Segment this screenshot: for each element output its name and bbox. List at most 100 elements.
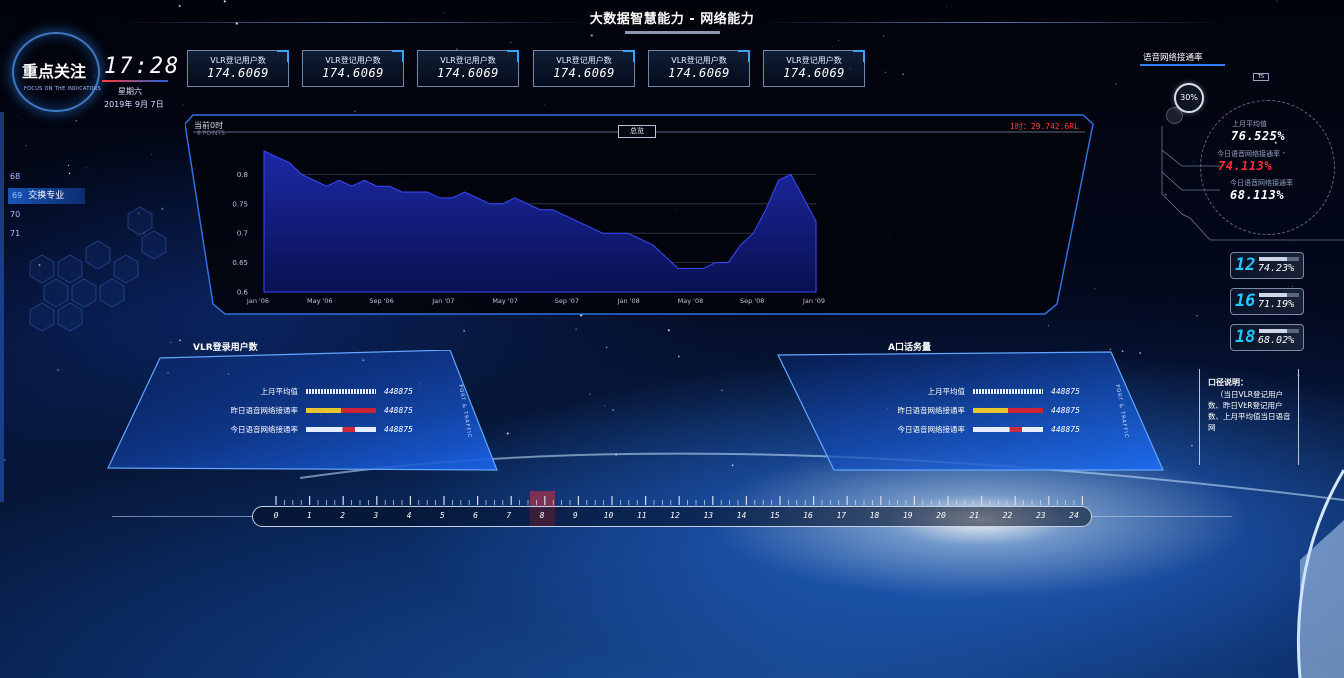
a-row: 今日语音网络接通率 448875	[857, 424, 1080, 435]
star	[590, 34, 593, 37]
row-label: 昨日语音网络接通率	[230, 406, 299, 415]
nav-item-71[interactable]: 71	[10, 229, 20, 238]
area-chart: 0.60.650.70.750.8 Jan '06 May '06 Sep '06 J…	[232, 150, 825, 305]
nav-item-number: 69	[12, 191, 23, 200]
star	[731, 464, 734, 467]
row-value: 448875	[1051, 425, 1080, 434]
row-bar	[973, 408, 1043, 413]
timeline-ruler	[275, 496, 1084, 505]
star	[720, 389, 723, 392]
kpi-card[interactable]: VLR登记用户数 174.6069	[302, 50, 404, 87]
ring-card[interactable]: 16 71.19%	[1230, 288, 1304, 315]
timeline-hour[interactable]: 16	[800, 511, 816, 520]
timeline-hour[interactable]: 22	[1000, 511, 1016, 520]
star	[667, 329, 670, 332]
percent-ring: 30%	[1174, 83, 1204, 113]
hex-pattern	[29, 206, 167, 332]
metric-label: 今日语音网络接通率	[1230, 179, 1293, 187]
ring-card-bar	[1259, 293, 1299, 297]
nav-item-69-active[interactable]: 69 交换专业	[8, 188, 85, 204]
timeline-hour[interactable]: 23	[1033, 511, 1049, 520]
ring-card-bar	[1259, 329, 1299, 333]
timeline-hour[interactable]: 9	[567, 511, 583, 520]
star	[677, 355, 680, 358]
ring-card-percent: 68.02%	[1258, 335, 1295, 346]
kpi-value: 174.6069	[437, 66, 499, 80]
row-value: 448875	[384, 387, 413, 396]
nav-item-label: 交换专业	[28, 191, 65, 201]
row-label: 今日语音网络接通率	[230, 425, 299, 434]
ring-card[interactable]: 12 74.23%	[1230, 252, 1304, 279]
star	[1196, 315, 1198, 317]
timeline-hour[interactable]: 2	[335, 511, 351, 520]
kpi-card[interactable]: VLR登记用户数 174.6069	[187, 50, 289, 87]
x-tick-label: Sep '08	[740, 297, 764, 305]
timeline-hour[interactable]: 17	[833, 511, 849, 520]
ring-card-bar	[1259, 257, 1299, 261]
timeline-hour[interactable]: 14	[734, 511, 750, 520]
kpi-card[interactable]: VLR登记用户数 174.6069	[648, 50, 750, 87]
timeline-hour[interactable]: 10	[601, 511, 617, 520]
star	[1276, 0, 1278, 2]
timeline-hour[interactable]: 24	[1066, 511, 1082, 520]
star	[1047, 325, 1049, 327]
timeline-hour[interactable]: 13	[700, 511, 716, 520]
timeline-hour[interactable]: 6	[468, 511, 484, 520]
timeline-hour[interactable]: 15	[767, 511, 783, 520]
row-value: 448875	[384, 406, 413, 415]
kpi-value: 174.6069	[207, 66, 269, 80]
star	[17, 114, 19, 116]
timeline-hour[interactable]: 20	[933, 511, 949, 520]
timeline-hour[interactable]: 1	[301, 511, 317, 520]
star	[838, 39, 840, 42]
nav-item-70[interactable]: 70	[10, 210, 20, 219]
star	[1115, 83, 1117, 85]
star	[103, 413, 105, 415]
ring-card-number: 16	[1235, 291, 1256, 311]
chart-value-label: 1时：29.742.6RL	[1010, 122, 1079, 131]
kpi-label: VLR登记用户数	[556, 56, 612, 65]
ring-card[interactable]: 18 68.02%	[1230, 324, 1304, 351]
kpi-value: 174.6069	[783, 66, 845, 80]
timeline-hour[interactable]: 4	[401, 511, 417, 520]
timeline-hour[interactable]: 5	[434, 511, 450, 520]
row-value: 448875	[384, 425, 413, 434]
metric-value: 74.113%	[1218, 159, 1273, 173]
row-bar	[306, 427, 376, 432]
right-tag: TS	[1253, 73, 1269, 81]
star	[543, 104, 545, 106]
timeline-hour[interactable]: 0	[268, 511, 284, 520]
clock-date: 2019年 9月 7日	[104, 100, 164, 109]
star	[56, 368, 60, 372]
x-tick-label: May '06	[307, 297, 333, 305]
timeline-hour[interactable]: 8	[534, 511, 550, 520]
title-underline	[625, 31, 720, 34]
nav-item-68[interactable]: 68	[10, 172, 20, 181]
kpi-card[interactable]: VLR登记用户数 174.6069	[763, 50, 865, 87]
star	[4, 459, 6, 461]
timeline-hour[interactable]: 19	[900, 511, 916, 520]
row-bar	[306, 408, 376, 413]
timeline-hour[interactable]: 18	[867, 511, 883, 520]
kpi-label: VLR登记用户数	[210, 56, 266, 65]
timeline-hour[interactable]: 7	[501, 511, 517, 520]
timeline-hour[interactable]: 21	[966, 511, 982, 520]
star	[169, 341, 173, 344]
timeline-hour[interactable]: 11	[634, 511, 650, 520]
row-label: 今日语音网络接通率	[897, 425, 966, 434]
timeline-hour[interactable]: 12	[667, 511, 683, 520]
timeline-hour[interactable]: 3	[368, 511, 384, 520]
kpi-label: VLR登记用户数	[671, 56, 727, 65]
star	[506, 432, 509, 435]
star	[75, 119, 78, 122]
right-title: 语音网络接通率	[1143, 53, 1203, 63]
note-body: （当日VLR登记用户数、昨日VLR登记用户数、上月平均值当日语音网	[1208, 390, 1291, 432]
ring-card-number: 12	[1235, 255, 1256, 275]
star	[179, 339, 181, 342]
kpi-card[interactable]: VLR登记用户数 174.6069	[533, 50, 635, 87]
metric-label: 今日语音网络接通率	[1217, 150, 1280, 158]
ring-card-number: 18	[1235, 327, 1256, 347]
star	[879, 3, 880, 4]
clock-time: 17:28	[104, 54, 181, 79]
kpi-card[interactable]: VLR登记用户数 174.6069	[417, 50, 519, 87]
